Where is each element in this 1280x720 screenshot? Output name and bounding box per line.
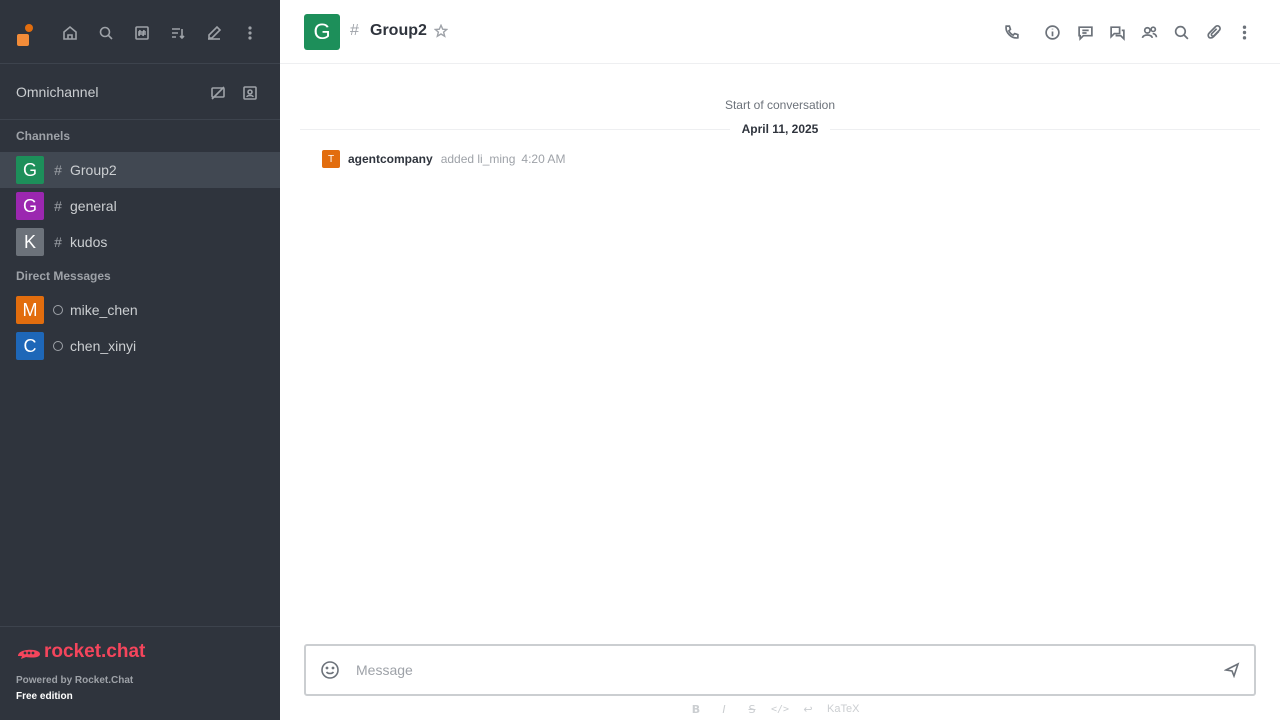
room-kebab-button[interactable] bbox=[1230, 18, 1258, 46]
user-avatar[interactable] bbox=[17, 24, 35, 46]
emoji-picker-button[interactable] bbox=[318, 658, 342, 682]
info-icon bbox=[1044, 24, 1060, 40]
message-action-text: added li_ming bbox=[440, 152, 516, 166]
home-icon bbox=[63, 25, 77, 40]
sidebar-item-group2[interactable]: G # Group2 bbox=[0, 152, 280, 188]
omnichannel-label: Omnichannel bbox=[16, 83, 99, 100]
hash-icon: # bbox=[350, 22, 359, 39]
powered-by-text[interactable]: Powered by Rocket.Chat bbox=[16, 675, 133, 686]
sidebar-item-chen-xinyi[interactable]: C chen_xinyi bbox=[0, 328, 280, 364]
room-name: general bbox=[70, 198, 117, 214]
discussion-icon bbox=[1109, 25, 1125, 41]
room-avatar: G bbox=[16, 156, 44, 184]
italic-button[interactable]: I bbox=[713, 701, 735, 717]
threads-icon bbox=[1077, 25, 1093, 41]
user-avatar: M bbox=[16, 296, 44, 324]
room-name: kudos bbox=[70, 234, 108, 250]
home-button[interactable] bbox=[55, 18, 85, 48]
discussions-button[interactable] bbox=[1103, 18, 1131, 46]
offline-status-icon bbox=[53, 305, 63, 315]
message-input[interactable] bbox=[356, 658, 1206, 682]
status-indicator bbox=[25, 24, 33, 32]
formatting-toolbar: B I S </> ↩ KaTeX bbox=[685, 700, 860, 718]
send-icon bbox=[1224, 662, 1240, 678]
hash-icon: # bbox=[54, 234, 62, 250]
files-button[interactable] bbox=[1200, 18, 1228, 46]
omnichannel-section: Omnichannel bbox=[0, 64, 280, 120]
chat-off-icon bbox=[211, 86, 225, 100]
room-avatar[interactable]: G bbox=[304, 14, 340, 50]
avatar-image bbox=[17, 34, 29, 46]
strikethrough-button[interactable]: S bbox=[741, 701, 763, 717]
edit-icon bbox=[208, 25, 222, 40]
katex-link[interactable]: KaTeX bbox=[827, 703, 859, 715]
link-button[interactable]: ↩ bbox=[797, 701, 819, 717]
hash-icon: # bbox=[54, 198, 62, 214]
directory-icon bbox=[135, 26, 149, 40]
message-avatar[interactable]: T bbox=[322, 150, 340, 168]
room-header: G # Group2 bbox=[280, 0, 1280, 64]
omnichannel-contact-center-button[interactable] bbox=[235, 78, 265, 108]
kebab-menu-icon bbox=[1242, 24, 1246, 40]
directory-button[interactable] bbox=[127, 18, 157, 48]
hash-icon: # bbox=[54, 162, 62, 178]
user-name: chen_xinyi bbox=[70, 338, 137, 354]
edition-label: Free edition bbox=[16, 691, 73, 702]
search-icon bbox=[1174, 25, 1188, 39]
offline-status-icon bbox=[53, 341, 63, 351]
call-button[interactable] bbox=[997, 18, 1025, 46]
rocket-logo-icon bbox=[18, 649, 40, 659]
contact-icon bbox=[243, 86, 257, 100]
sidebar-item-mike-chen[interactable]: M mike_chen bbox=[0, 292, 280, 328]
members-icon bbox=[1141, 25, 1157, 38]
divider-line bbox=[300, 128, 730, 130]
message-timestamp: 4:20 AM bbox=[521, 152, 566, 166]
phone-icon bbox=[1004, 24, 1019, 39]
code-button[interactable]: </> bbox=[769, 701, 791, 717]
channels-section-title: Channels bbox=[16, 129, 71, 143]
message-username[interactable]: agentcompany bbox=[348, 152, 433, 166]
message-composer bbox=[304, 644, 1256, 696]
threads-button[interactable] bbox=[1071, 18, 1099, 46]
bold-button[interactable]: B bbox=[685, 701, 707, 717]
composer-actions-button[interactable] bbox=[1222, 660, 1242, 680]
members-button[interactable] bbox=[1135, 18, 1163, 46]
room-title: Group2 bbox=[370, 22, 427, 39]
room-info-button[interactable] bbox=[1038, 18, 1066, 46]
kebab-menu-icon bbox=[248, 26, 252, 40]
paperclip-icon bbox=[1206, 24, 1221, 39]
search-button[interactable] bbox=[91, 18, 121, 48]
direct-messages-section-title: Direct Messages bbox=[16, 269, 111, 283]
star-icon bbox=[434, 24, 448, 38]
sidebar: Omnichannel Channels G # Group2 G # gene… bbox=[0, 0, 280, 720]
sort-icon bbox=[172, 28, 185, 40]
sidebar-item-kudos[interactable]: K # kudos bbox=[0, 224, 280, 260]
create-new-button[interactable] bbox=[199, 18, 229, 48]
search-messages-button[interactable] bbox=[1167, 18, 1195, 46]
rocketchat-logo[interactable]: rocket.chat bbox=[16, 641, 145, 663]
favorite-button[interactable] bbox=[430, 20, 452, 42]
divider-line bbox=[830, 128, 1260, 130]
sidebar-toolbar bbox=[0, 0, 280, 64]
room-avatar: G bbox=[16, 192, 44, 220]
emoji-icon bbox=[321, 661, 339, 679]
search-icon bbox=[99, 26, 113, 40]
more-options-button[interactable] bbox=[235, 18, 265, 48]
room-name: Group2 bbox=[70, 162, 117, 178]
user-avatar: C bbox=[16, 332, 44, 360]
room-main: G # Group2 Start of conversation April 1… bbox=[280, 0, 1280, 720]
room-avatar: K bbox=[16, 228, 44, 256]
start-of-conversation: Start of conversation bbox=[724, 98, 836, 112]
sidebar-footer: rocket.chat Powered by Rocket.Chat Free … bbox=[0, 626, 280, 720]
omnichannel-availability-button[interactable] bbox=[203, 78, 233, 108]
user-name: mike_chen bbox=[70, 302, 138, 318]
sidebar-item-general[interactable]: G # general bbox=[0, 188, 280, 224]
date-label: April 11, 2025 bbox=[741, 122, 819, 136]
logo-text: rocket.chat bbox=[44, 641, 146, 662]
date-divider: April 11, 2025 bbox=[300, 121, 1260, 137]
sort-button[interactable] bbox=[163, 18, 193, 48]
system-message: T agentcompany added li_ming 4:20 AM bbox=[322, 150, 565, 168]
